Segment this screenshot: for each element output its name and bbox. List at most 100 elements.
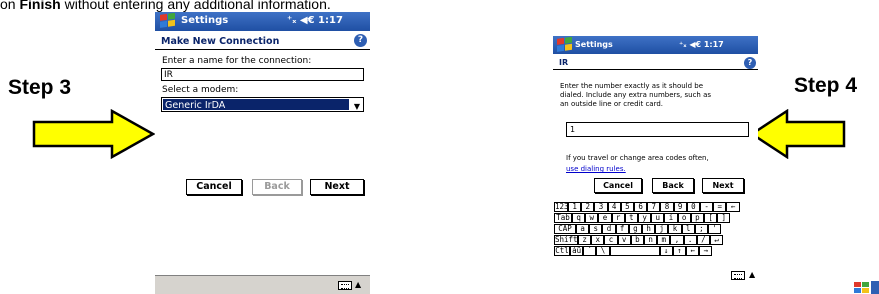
arrow-left-icon [750,109,846,159]
left-clock[interactable]: 1:17 [318,15,343,26]
keyboard-key[interactable]: \ [596,246,610,256]
keyboard-key[interactable]: b [630,235,644,245]
windows-start-icon [854,281,879,294]
chevron-down-icon: ▼ [353,102,360,111]
keyboard-key[interactable]: ` [583,246,597,256]
connectivity-icon[interactable]: ⁺ₓ [287,15,296,26]
keyboard-key[interactable]: ' [708,224,722,234]
keyboard-key[interactable]: ← [726,202,740,212]
keyboard-key[interactable]: 3 [594,202,608,212]
connectivity-icon[interactable]: ⁺ₓ [679,40,687,49]
keyboard-key[interactable]: ↑ [672,246,686,256]
help-icon[interactable]: ? [354,34,367,47]
keyboard-key[interactable]: n [644,235,658,245]
keyboard-key[interactable]: a [576,224,590,234]
keyboard-key[interactable]: 2 [581,202,595,212]
step-3-label: Step 3 [8,76,72,99]
volume-icon[interactable]: ◀€ [300,15,315,26]
connection-name-input[interactable]: IR [161,68,364,81]
keyboard-key[interactable]: 4 [607,202,621,212]
keyboard-key[interactable]: i [664,213,678,223]
keyboard-key[interactable]: x [591,235,605,245]
back-button[interactable]: Back [652,178,694,193]
keyboard-key[interactable]: ↵ [710,235,724,245]
right-device-screen: Settings ⁺ₓ ◀€ 1:17 IR ? Enter the numbe… [553,36,758,286]
modem-selected-value: Generic IrDA [163,99,349,111]
keyboard-key[interactable]: u [651,213,665,223]
modem-select[interactable]: Generic IrDA ▼ [161,97,364,112]
keyboard-key[interactable]: t [624,213,638,223]
keyboard-key[interactable]: 6 [634,202,648,212]
input-menu-up-icon[interactable]: ▲ [749,270,755,279]
keyboard-key[interactable]: z [578,235,592,245]
keyboard-key[interactable]: g [628,224,642,234]
keyboard-key[interactable]: - [700,202,714,212]
back-button[interactable]: Back [252,179,302,195]
keyboard-key[interactable]: , [670,235,684,245]
left-page-heading: Make New Connection [155,33,370,50]
keyboard-key[interactable]: d [602,224,616,234]
keyboard-key[interactable]: Ctl [554,246,570,256]
phone-number-input[interactable]: 1 [566,122,749,137]
keyboard-key[interactable]: [ [704,213,718,223]
keyboard-key[interactable]: w [585,213,599,223]
keyboard-key[interactable]: 1 [568,202,582,212]
keyboard-key[interactable]: h [642,224,656,234]
keyboard-key[interactable]: 123 [554,202,568,212]
keyboard-key[interactable]: = [713,202,727,212]
keyboard-key[interactable]: Shift [554,235,578,245]
cancel-button[interactable]: Cancel [594,178,642,193]
keyboard-key[interactable]: áü [570,246,584,256]
next-button[interactable]: Next [310,179,364,195]
keyboard-key[interactable]: 9 [673,202,687,212]
next-button[interactable]: Next [702,178,744,193]
keyboard-icon[interactable] [338,281,352,290]
keyboard-key[interactable]: 7 [647,202,661,212]
instruction-bold: Finish [19,0,61,12]
help-icon[interactable]: ? [744,57,756,69]
keyboard-icon[interactable] [731,271,745,280]
keyboard-key[interactable]: → [699,246,713,256]
keyboard-key[interactable]: f [615,224,629,234]
cancel-button[interactable]: Cancel [186,179,242,195]
keyboard-key[interactable]: y [638,213,652,223]
keyboard-key[interactable]: r [611,213,625,223]
keyboard-key[interactable]: p [690,213,704,223]
instruction-suffix: without entering any additional informat… [60,0,331,12]
keyboard-key[interactable]: c [604,235,618,245]
keyboard-key[interactable]: . [683,235,697,245]
instruction-prefix: on [0,0,20,12]
keyboard-key[interactable]: l [681,224,695,234]
keyboard-key[interactable]: o [677,213,691,223]
windows-start-icon[interactable] [556,37,573,53]
keyboard-key[interactable]: j [655,224,669,234]
right-clock[interactable]: 1:17 [704,40,724,49]
keyboard-key[interactable]: s [589,224,603,234]
keyboard-key[interactable]: q [572,213,586,223]
keyboard-key[interactable]: CAP [554,224,576,234]
keyboard-key[interactable]: ; [694,224,708,234]
left-status-icons: ⁺ₓ ◀€ 1:17 [287,15,343,26]
keyboard-key[interactable]: Tab [554,213,572,223]
windows-start-icon[interactable] [159,13,177,30]
keyboard-key[interactable] [609,246,660,256]
keyboard-key[interactable]: ← [686,246,700,256]
keyboard-key[interactable]: e [598,213,612,223]
arrow-right-icon [32,109,156,159]
keyboard-key[interactable]: ] [717,213,731,223]
keyboard-key[interactable]: 8 [660,202,674,212]
volume-icon[interactable]: ◀€ [689,40,701,49]
input-menu-up-icon[interactable]: ▲ [355,280,361,289]
keyboard-key[interactable]: 0 [686,202,700,212]
keyboard-key[interactable]: 5 [620,202,634,212]
keyboard-key[interactable]: v [617,235,631,245]
keyboard-key[interactable]: k [668,224,682,234]
right-title: Settings [575,40,613,49]
dialing-rules-link[interactable]: use dialing rules. [566,165,626,173]
keyboard-key[interactable]: ↓ [659,246,673,256]
travel-text: If you travel or change area codes often… [566,154,709,162]
instruction-text: on Finish without entering any additiona… [0,0,331,12]
keyboard-key[interactable]: m [657,235,671,245]
step-4-label: Step 4 [794,74,858,97]
keyboard-key[interactable]: / [696,235,710,245]
